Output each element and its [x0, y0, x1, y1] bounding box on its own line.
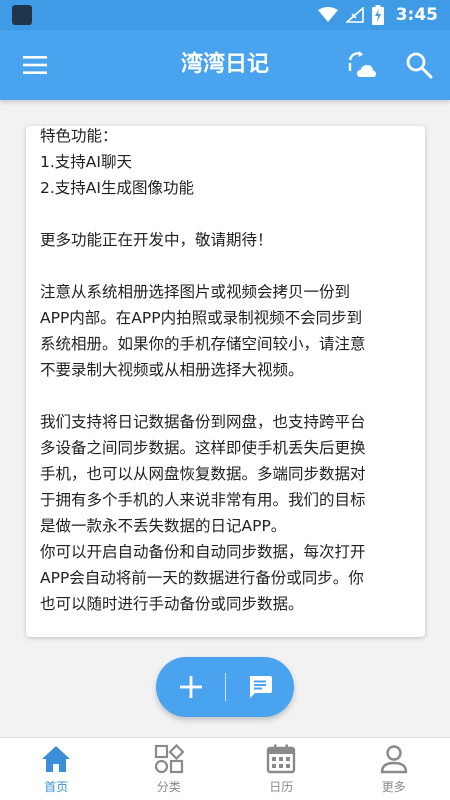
chat-button[interactable]	[226, 657, 294, 717]
card-line: 于拥有多个手机的人来说非常有用。我们的目标	[40, 491, 366, 509]
nav-label-more: 更多	[381, 780, 406, 794]
card-line: 特色功能：	[40, 127, 118, 145]
calendar-icon	[267, 744, 296, 774]
card-line: 2.支持AI生成图像功能	[40, 179, 194, 197]
card-line: APP会自动将前一天的数据进行备份或同步。你	[40, 569, 364, 587]
diary-card[interactable]: 特色功能： 1.支持AI聊天 2.支持AI生成图像功能更多功能正在开发中，敬请期待！…	[26, 126, 425, 637]
battery-charging-icon	[371, 5, 384, 25]
card-line: 也可以随时进行手动备份或同步数据。	[40, 595, 304, 613]
person-icon	[380, 745, 407, 774]
plus-icon	[179, 676, 202, 698]
card-line: 我们支持将日记数据备份到网盘，也支持跨平台	[40, 413, 366, 431]
nav-label-category: 分类	[156, 780, 181, 794]
wifi-icon	[317, 7, 338, 22]
screen: 3:45 湾湾日记 特色功能： 1.支持AI聊天 2.支持AI生成图像功能更多功能正…	[0, 0, 450, 800]
menu-icon[interactable]	[22, 53, 48, 77]
home-icon	[42, 746, 71, 772]
status-icons: 3:45	[317, 5, 438, 25]
search-icon[interactable]	[405, 51, 433, 79]
notification-icon	[12, 5, 32, 25]
card-line: 你可以开启自动备份和自动同步数据，每次打开	[40, 543, 366, 561]
bottom-nav: 首页 分类 日历 更多	[0, 737, 450, 800]
app-title: 湾湾日记	[180, 52, 269, 77]
nav-label-calendar: 日历	[269, 780, 294, 794]
nav-item-category[interactable]: 分类	[113, 738, 226, 800]
nav-item-calendar[interactable]: 日历	[225, 738, 338, 800]
status-bar: 3:45	[0, 0, 450, 30]
add-button[interactable]	[156, 657, 225, 717]
nav-item-more[interactable]: 更多	[338, 738, 450, 800]
card-line: 手机，也可以从网盘恢复数据。多端同步数据对	[40, 465, 366, 483]
card-line: 1.支持AI聊天	[40, 153, 132, 171]
category-icon	[154, 744, 184, 774]
card-line: 多设备之间同步数据。这样即使手机丢失后更换	[40, 439, 366, 457]
card-line: 注意从系统相册选择图片或视频会拷贝一份到	[40, 283, 351, 301]
app-bar: 湾湾日记	[0, 30, 450, 100]
card-line: 系统相册。如果你的手机存储空间较小，请注意	[40, 335, 366, 353]
signal-icon	[345, 7, 364, 23]
card-line: APP内部。在APP内拍照或录制视频不会同步到	[40, 309, 363, 327]
nav-label-home: 首页	[44, 780, 69, 794]
nav-item-home[interactable]: 首页	[0, 738, 113, 800]
card-line: 不要录制大视频或从相册选择大视频。	[40, 361, 304, 379]
cloud-sync-icon[interactable]	[347, 51, 377, 79]
card-line: 更多功能正在开发中，敬请期待！	[40, 231, 273, 249]
chat-icon	[250, 676, 272, 698]
card-line: 是做一款永不丢失数据的日记APP。	[40, 517, 287, 535]
card-text: 特色功能： 1.支持AI聊天 2.支持AI生成图像功能更多功能正在开发中，敬请期待！…	[40, 126, 415, 617]
fab-group	[156, 657, 294, 717]
status-time: 3:45	[395, 5, 438, 25]
